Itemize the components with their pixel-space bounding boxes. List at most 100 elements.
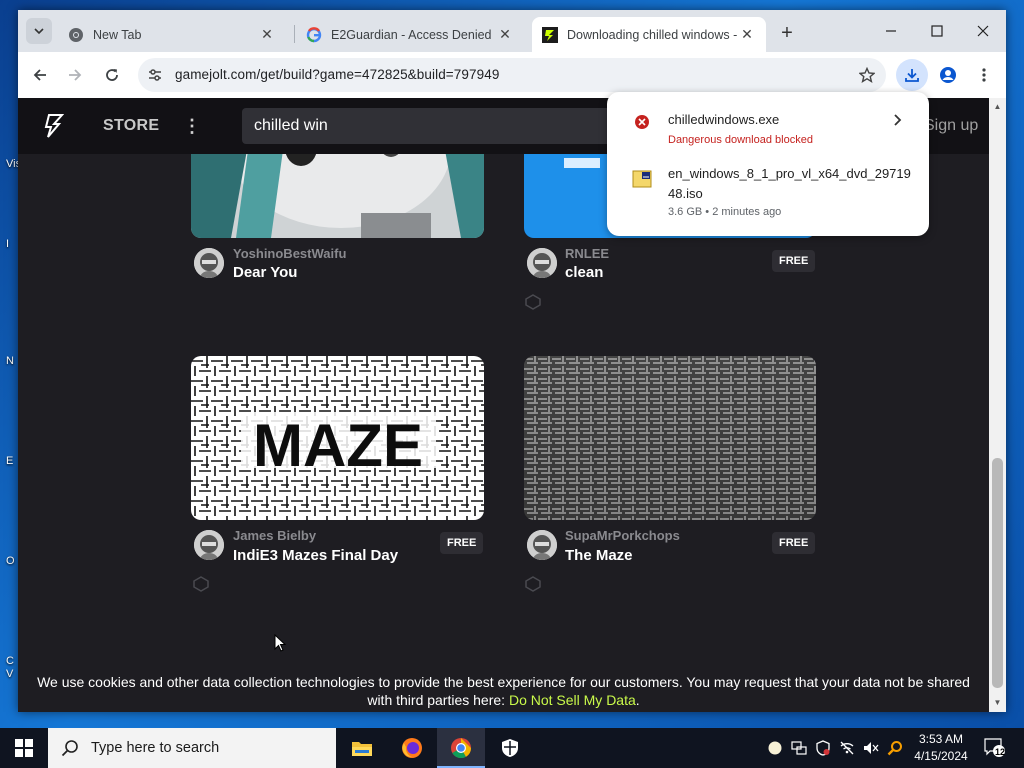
desktop-icon-label[interactable]: N (6, 355, 14, 367)
tab-title: Downloading chilled windows - (567, 27, 738, 42)
cookie-text-end: . (635, 692, 640, 708)
chrome-icon (451, 738, 472, 759)
unity-icon (193, 576, 209, 592)
scroll-up-icon[interactable]: ▲ (993, 102, 1002, 111)
game-title[interactable]: clean (565, 264, 603, 281)
close-window-button[interactable] (960, 16, 1006, 46)
address-bar[interactable]: gamejolt.com/get/build?game=472825&build… (138, 58, 886, 92)
avatar[interactable] (194, 530, 224, 560)
start-button[interactable] (0, 728, 48, 768)
signup-link[interactable]: Sign up (924, 117, 978, 135)
tab-strip: New Tab ✕ E2Guardian - Access Denied ✕ D… (18, 10, 1006, 52)
minimize-icon (886, 30, 896, 32)
plus-icon: + (781, 21, 793, 44)
avatar[interactable] (527, 530, 557, 560)
windows-logo-icon (15, 739, 33, 757)
download-status: 3.6 GB • 2 minutes ago (668, 206, 782, 218)
profile-icon (940, 67, 956, 83)
download-filename: chilledwindows.exe (668, 112, 780, 127)
defender-icon[interactable] (815, 740, 831, 756)
store-link[interactable]: STORE (103, 117, 159, 135)
downloads-button[interactable] (896, 59, 928, 91)
page-scrollbar[interactable]: ▲ ▼ (989, 98, 1006, 712)
kebab-menu-icon (982, 68, 986, 82)
clock-time: 3:53 AM (918, 732, 964, 746)
price-badge: FREE (440, 532, 484, 554)
game-title[interactable]: Dear You (233, 264, 297, 281)
system-clock[interactable]: 3:53 AM 4/15/2024 (906, 731, 976, 765)
wifi-off-icon[interactable] (839, 740, 855, 756)
game-author[interactable]: RNLEE (565, 246, 609, 261)
google-icon (306, 26, 322, 43)
chevron-right-icon[interactable] (890, 113, 904, 127)
bookmark-star-icon[interactable] (856, 64, 878, 86)
taskbar-search-input[interactable]: Type here to search (48, 728, 336, 768)
tab-downloading[interactable]: Downloading chilled windows - ✕ (532, 17, 766, 52)
taskbar-firefox[interactable] (388, 728, 436, 768)
avatar[interactable] (527, 248, 557, 278)
tab-e2guardian[interactable]: E2Guardian - Access Denied ✕ (296, 17, 524, 52)
desktop-icon-label[interactable]: O (6, 555, 15, 567)
game-thumbnail-the-maze[interactable] (524, 356, 816, 520)
maximize-button[interactable] (914, 16, 960, 46)
game-author[interactable]: YoshinoBestWaifu (233, 246, 346, 261)
download-item-iso[interactable]: en_windows_8_1_pro_vl_x64_dvd_2971948.is… (607, 154, 929, 234)
search-tray-icon[interactable] (887, 740, 903, 756)
tab-new-tab[interactable]: New Tab ✕ (58, 17, 286, 52)
tab-title: New Tab (93, 27, 142, 42)
arrow-left-icon (33, 69, 46, 81)
forward-button[interactable] (59, 59, 91, 91)
iso-file-icon (631, 168, 653, 190)
scroll-down-icon[interactable]: ▼ (993, 698, 1002, 707)
close-icon[interactable]: ✕ (258, 26, 276, 44)
close-icon[interactable]: ✕ (496, 26, 514, 44)
desktop-icon-label[interactable]: V (6, 668, 13, 680)
download-icon (905, 69, 919, 82)
game-title[interactable]: IndiE3 Mazes Final Day (233, 547, 398, 564)
downloads-bubble: chilledwindows.exe Dangerous download bl… (607, 92, 929, 236)
taskbar-file-explorer[interactable] (338, 728, 386, 768)
chevron-down-icon (34, 28, 44, 35)
download-item-blocked[interactable]: chilledwindows.exe Dangerous download bl… (607, 92, 929, 152)
search-icon (61, 740, 78, 757)
new-tab-button[interactable]: + (775, 21, 799, 45)
notification-count: 12 (994, 747, 1005, 757)
game-author[interactable]: SupaMrPorkchops (565, 528, 680, 543)
more-menu-icon[interactable]: ⋮ (183, 114, 201, 138)
download-status: Dangerous download blocked (668, 134, 813, 146)
do-not-sell-link[interactable]: Do Not Sell My Data (509, 692, 636, 708)
tab-search-button[interactable] (26, 18, 52, 44)
site-info-icon[interactable] (146, 66, 164, 84)
clock-date: 4/15/2024 (914, 749, 968, 763)
network-icon[interactable] (791, 740, 807, 756)
taskbar-security[interactable] (486, 728, 534, 768)
cookie-banner: We use cookies and other data collection… (18, 666, 989, 712)
desktop-icon-label[interactable]: C (6, 655, 14, 667)
game-author[interactable]: James Bielby (233, 528, 316, 543)
desktop-icon-label[interactable]: I (6, 238, 9, 250)
game-title[interactable]: The Maze (565, 547, 633, 564)
chrome-menu-button[interactable] (968, 59, 1000, 91)
gamejolt-icon (542, 26, 558, 43)
unity-icon (525, 576, 541, 592)
gamejolt-logo-icon[interactable] (44, 114, 64, 138)
volume-muted-icon[interactable] (863, 740, 879, 756)
close-icon[interactable]: ✕ (738, 26, 756, 44)
game-thumbnail-indie3-mazes[interactable]: MAZE (191, 356, 484, 520)
close-icon (977, 25, 989, 37)
avatar[interactable] (194, 248, 224, 278)
arrow-right-icon (69, 69, 82, 81)
scroll-thumb[interactable] (992, 458, 1003, 688)
reload-button[interactable] (96, 59, 128, 91)
desktop-icon-label[interactable]: E (6, 455, 13, 467)
back-button[interactable] (24, 59, 56, 91)
thumbnail-text: MAZE (253, 412, 423, 479)
search-value: chilled win (254, 117, 328, 134)
weather-icon[interactable] (767, 740, 783, 756)
unity-icon (525, 294, 541, 310)
url-text: gamejolt.com/get/build?game=472825&build… (175, 67, 500, 82)
notification-center-button[interactable]: 12 (984, 738, 1006, 758)
taskbar-chrome[interactable] (437, 728, 485, 768)
minimize-button[interactable] (868, 16, 914, 46)
profile-button[interactable] (932, 59, 964, 91)
